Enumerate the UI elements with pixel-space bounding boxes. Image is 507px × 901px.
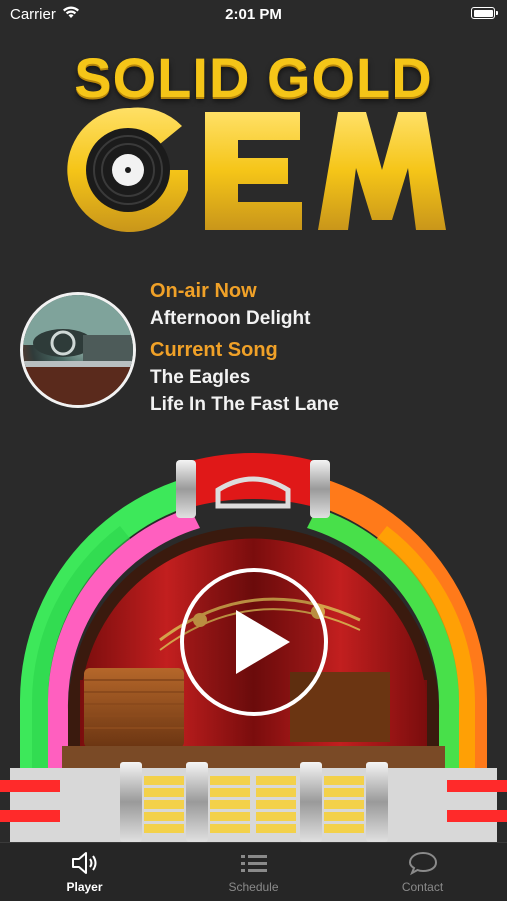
play-button[interactable] [180, 568, 328, 716]
play-icon [236, 610, 290, 674]
tab-player[interactable]: Player [0, 843, 169, 901]
song-title: Life In The Fast Lane [150, 394, 339, 415]
now-playing-info: On-air Now Afternoon Delight Current Son… [150, 280, 339, 421]
tab-schedule[interactable]: Schedule [169, 843, 338, 901]
tab-player-label: Player [66, 880, 103, 894]
current-song-label: Current Song [150, 339, 278, 361]
tab-schedule-label: Schedule [228, 880, 279, 894]
on-air-label: On-air Now [150, 280, 257, 302]
tab-contact-label: Contact [401, 880, 444, 894]
status-bar: Carrier 2:01 PM [0, 0, 507, 30]
artist-name: The Eagles [150, 367, 251, 388]
clock: 2:01 PM [225, 6, 282, 23]
speaker-icon [71, 852, 96, 874]
artwork-image [23, 295, 133, 405]
tab-contact[interactable]: Contact [338, 843, 507, 901]
list-icon [240, 855, 267, 872]
tab-bar: Player Schedule Contact [0, 842, 507, 901]
logo-gem [67, 107, 446, 232]
show-artwork [20, 292, 136, 408]
show-name: Afternoon Delight [150, 308, 311, 329]
battery-icon [471, 7, 498, 19]
chat-bubble-icon [408, 851, 437, 876]
